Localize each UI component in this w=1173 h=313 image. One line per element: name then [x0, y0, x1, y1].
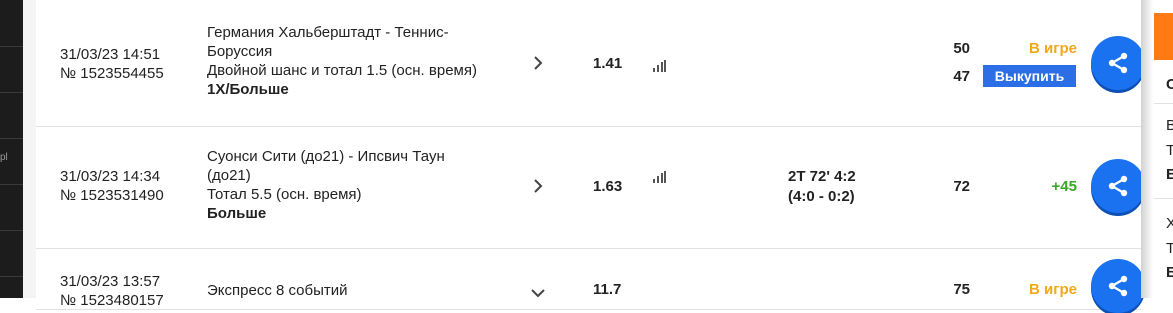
sidebar-divider [0, 92, 23, 93]
bet-stake: 72 [953, 178, 970, 195]
chevron-right-icon[interactable] [531, 56, 545, 70]
sidebar-divider [0, 46, 23, 47]
bet-row[interactable]: 31/03/23 14:34 № 1523531490 Суонси Сити … [36, 127, 1145, 249]
panel-text: Т [1166, 142, 1173, 159]
event-name: Экспресс 8 событий [207, 282, 348, 299]
bet-status: В игре [1029, 281, 1077, 298]
bet-date: 31/03/23 14:34 [60, 168, 161, 185]
bet-datetime: 31/03/23 14:51 № 1523554455 [60, 45, 164, 83]
bet-datetime: 31/03/23 14:34 № 1523531490 [60, 167, 164, 205]
sidebar-divider [0, 138, 23, 139]
bet-coefficient: 1.63 [593, 178, 623, 195]
left-sidebar-edge: pl [0, 0, 23, 298]
bet-event-info: Экспресс 8 событий [207, 281, 507, 300]
score-halves: (4:0 - 0:2) [788, 188, 855, 205]
share-icon [1108, 52, 1128, 74]
sidebar-divider [0, 230, 23, 231]
share-button[interactable] [1091, 159, 1145, 213]
share-button[interactable] [1091, 259, 1145, 313]
bet-datetime: 31/03/23 13:57 № 1523480157 [60, 272, 164, 310]
event-name: Германия Хальберштадт - Теннис-Боруссия [207, 24, 449, 60]
bet-number: № 1523531490 [60, 187, 164, 204]
sidebar-divider [0, 276, 23, 277]
bar-chart-icon[interactable] [652, 59, 666, 73]
share-icon [1108, 175, 1128, 197]
panel-shadow [1141, 0, 1153, 298]
panel-text: Б [1166, 166, 1173, 183]
panel-accent-tab[interactable] [1154, 13, 1173, 60]
buyout-button[interactable]: Выкупить [983, 65, 1076, 87]
panel-text: С [1166, 76, 1173, 93]
bet-coefficient: 1.41 [593, 55, 623, 72]
bet-result: +45 [1051, 178, 1077, 195]
bet-stake: 75 [953, 281, 970, 298]
right-side-panel: С В Т Б Х Т Б [1141, 0, 1173, 298]
bet-number: № 1523480157 [60, 292, 164, 309]
share-icon [1108, 275, 1128, 297]
bet-payout: 47 [953, 68, 970, 85]
bet-event-info: Суонси Сити (до21) - Ипсвич Таун (до21) … [207, 147, 472, 223]
bet-date: 31/03/23 14:51 [60, 46, 161, 63]
score-period: 2Т 72' 4:2 [788, 168, 856, 185]
selection-name: 1X/Больше [207, 81, 289, 98]
market-name: Двойной шанс и тотал 1.5 (осн. время) [207, 62, 477, 79]
share-button[interactable] [1091, 36, 1145, 90]
chevron-right-icon[interactable] [531, 179, 545, 193]
panel-text: Х [1166, 215, 1173, 232]
bet-event-info: Германия Хальберштадт - Теннис-Боруссия … [207, 23, 507, 99]
sidebar-divider [0, 184, 23, 185]
panel-text: Б [1166, 264, 1173, 281]
bet-stake: 50 [953, 40, 970, 57]
panel-text: В [1166, 117, 1173, 134]
bet-coefficient: 11.7 [593, 281, 622, 298]
bet-status: В игре [1029, 40, 1077, 57]
selection-name: Больше [207, 205, 267, 222]
bet-number: № 1523554455 [60, 65, 164, 82]
bar-chart-icon[interactable] [652, 170, 666, 184]
market-name: Тотал 5.5 (осн. время) [207, 186, 362, 203]
event-name: Суонси Сити (до21) - Ипсвич Таун (до21) [207, 148, 445, 184]
bet-date: 31/03/23 13:57 [60, 273, 161, 290]
sidebar-text-fragment: pl [0, 152, 8, 163]
bet-history-list: 31/03/23 14:51 № 1523554455 Германия Хал… [36, 0, 1145, 313]
list-gutter [23, 0, 36, 298]
bet-row[interactable]: 31/03/23 14:51 № 1523554455 Германия Хал… [36, 2, 1145, 127]
bet-row[interactable]: 31/03/23 13:57 № 1523480157 Экспресс 8 с… [36, 249, 1145, 313]
live-score: 2Т 72' 4:2 (4:0 - 0:2) [788, 167, 856, 207]
panel-divider [1154, 198, 1173, 199]
panel-text: Т [1166, 240, 1173, 257]
panel-divider [1154, 103, 1173, 104]
